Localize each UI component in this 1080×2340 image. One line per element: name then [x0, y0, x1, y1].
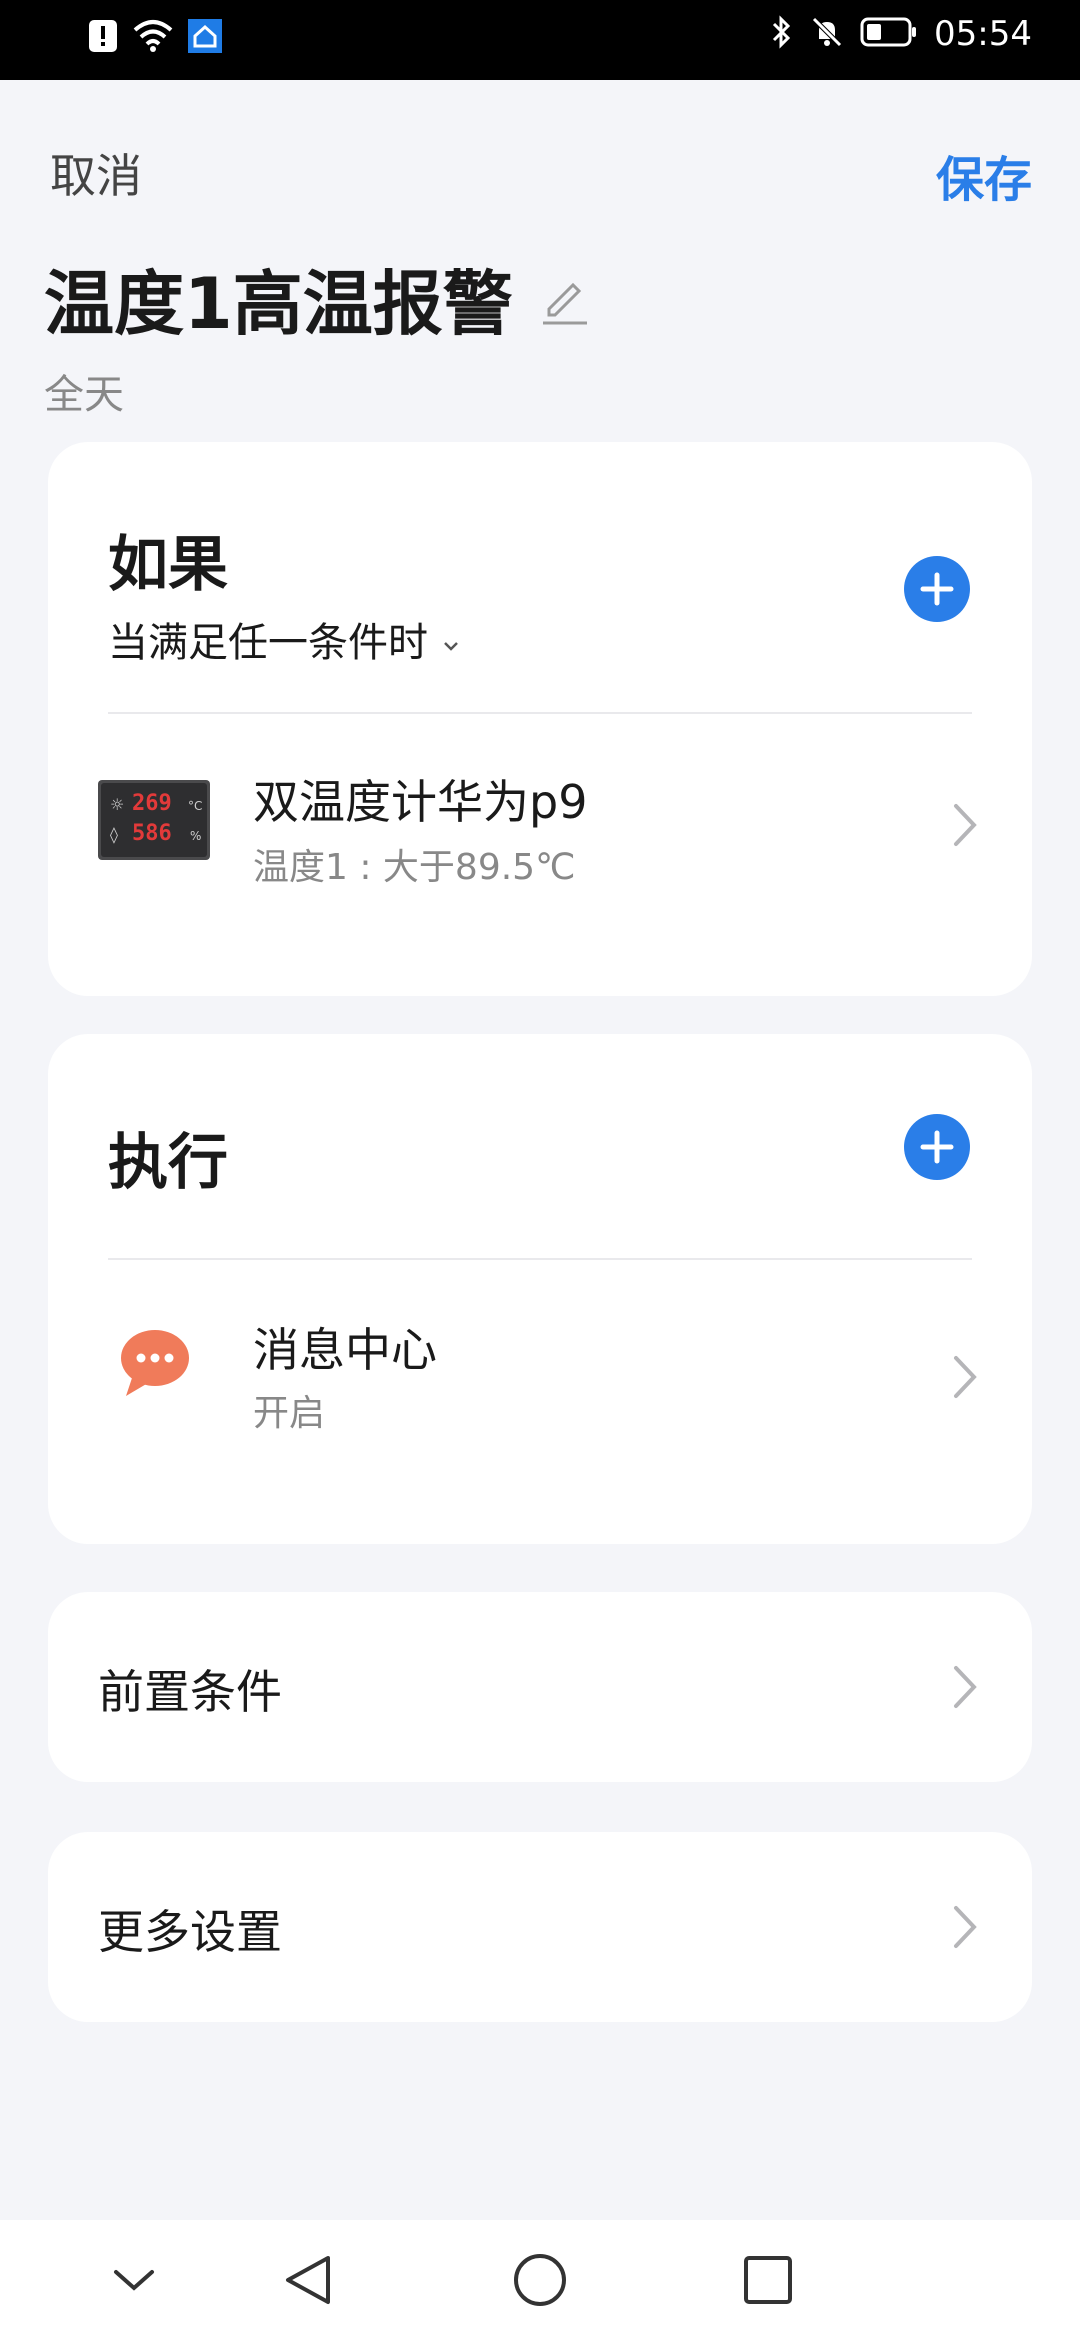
- chevron-down-icon: [442, 616, 460, 662]
- condition-device-name: 双温度计华为p9: [253, 775, 588, 829]
- navigation-bar: [0, 2220, 1080, 2340]
- plus-icon: [920, 1130, 954, 1164]
- add-condition-button[interactable]: [904, 556, 970, 622]
- action-card: 执行 消息中心 开启: [48, 1034, 1032, 1544]
- svg-text:586: 586: [132, 821, 172, 846]
- condition-heading: 如果: [108, 530, 228, 600]
- precondition-label: 前置条件: [98, 1665, 282, 1719]
- condition-mode-label: 当满足任一条件时: [108, 620, 428, 666]
- condition-rule: 温度1 : 大于89.5℃: [253, 847, 576, 888]
- divider: [108, 712, 972, 714]
- thermometer-device-icon: ☼ 269 °C ◊ 586 %: [98, 780, 210, 864]
- smart-home-icon: [188, 19, 222, 57]
- chevron-right-icon: [950, 1902, 980, 1952]
- cancel-button[interactable]: 取消: [50, 140, 142, 206]
- condition-card: 如果 当满足任一条件时 ☼ 269 °C ◊ 586 % 双温度计华为p9 温度…: [48, 442, 1032, 996]
- title-row: 温度1高温报警: [44, 248, 591, 349]
- action-status: 开启: [253, 1393, 326, 1434]
- svg-text:☼: ☼: [110, 795, 124, 814]
- home-icon[interactable]: [510, 2250, 570, 2310]
- svg-text:◊: ◊: [110, 825, 118, 844]
- bluetooth-icon: [770, 14, 794, 54]
- collapse-icon[interactable]: [104, 2250, 164, 2310]
- chevron-right-icon: [950, 1662, 980, 1712]
- more-settings-row[interactable]: 更多设置: [48, 1832, 1032, 2022]
- add-action-button[interactable]: [904, 1114, 970, 1180]
- chevron-right-icon: [950, 1352, 980, 1402]
- svg-text:269: 269: [132, 791, 172, 816]
- edit-pencil-icon[interactable]: [539, 273, 591, 325]
- mute-icon: [810, 15, 844, 53]
- wifi-icon: [132, 18, 174, 58]
- svg-text:%: %: [190, 829, 201, 843]
- back-icon[interactable]: [278, 2250, 338, 2310]
- plus-icon: [920, 572, 954, 606]
- action-name: 消息中心: [253, 1323, 437, 1377]
- svg-text:°C: °C: [188, 799, 202, 813]
- save-button[interactable]: 保存: [936, 140, 1032, 210]
- alert-icon: [88, 19, 118, 57]
- page-title: 温度1高温报警: [44, 263, 513, 345]
- precondition-row[interactable]: 前置条件: [48, 1592, 1032, 1782]
- status-time: 05:54: [934, 14, 1032, 54]
- chevron-right-icon: [950, 800, 980, 850]
- recents-icon[interactable]: [738, 2250, 798, 2310]
- battery-icon: [860, 16, 918, 52]
- message-bubble-icon: [118, 1328, 192, 1402]
- schedule-label[interactable]: 全天: [44, 362, 124, 420]
- status-bar: 05:54: [0, 0, 1080, 80]
- more-settings-label: 更多设置: [98, 1905, 282, 1959]
- action-heading: 执行: [108, 1128, 228, 1198]
- divider: [108, 1258, 972, 1260]
- condition-mode-dropdown[interactable]: 当满足任一条件时: [108, 610, 460, 668]
